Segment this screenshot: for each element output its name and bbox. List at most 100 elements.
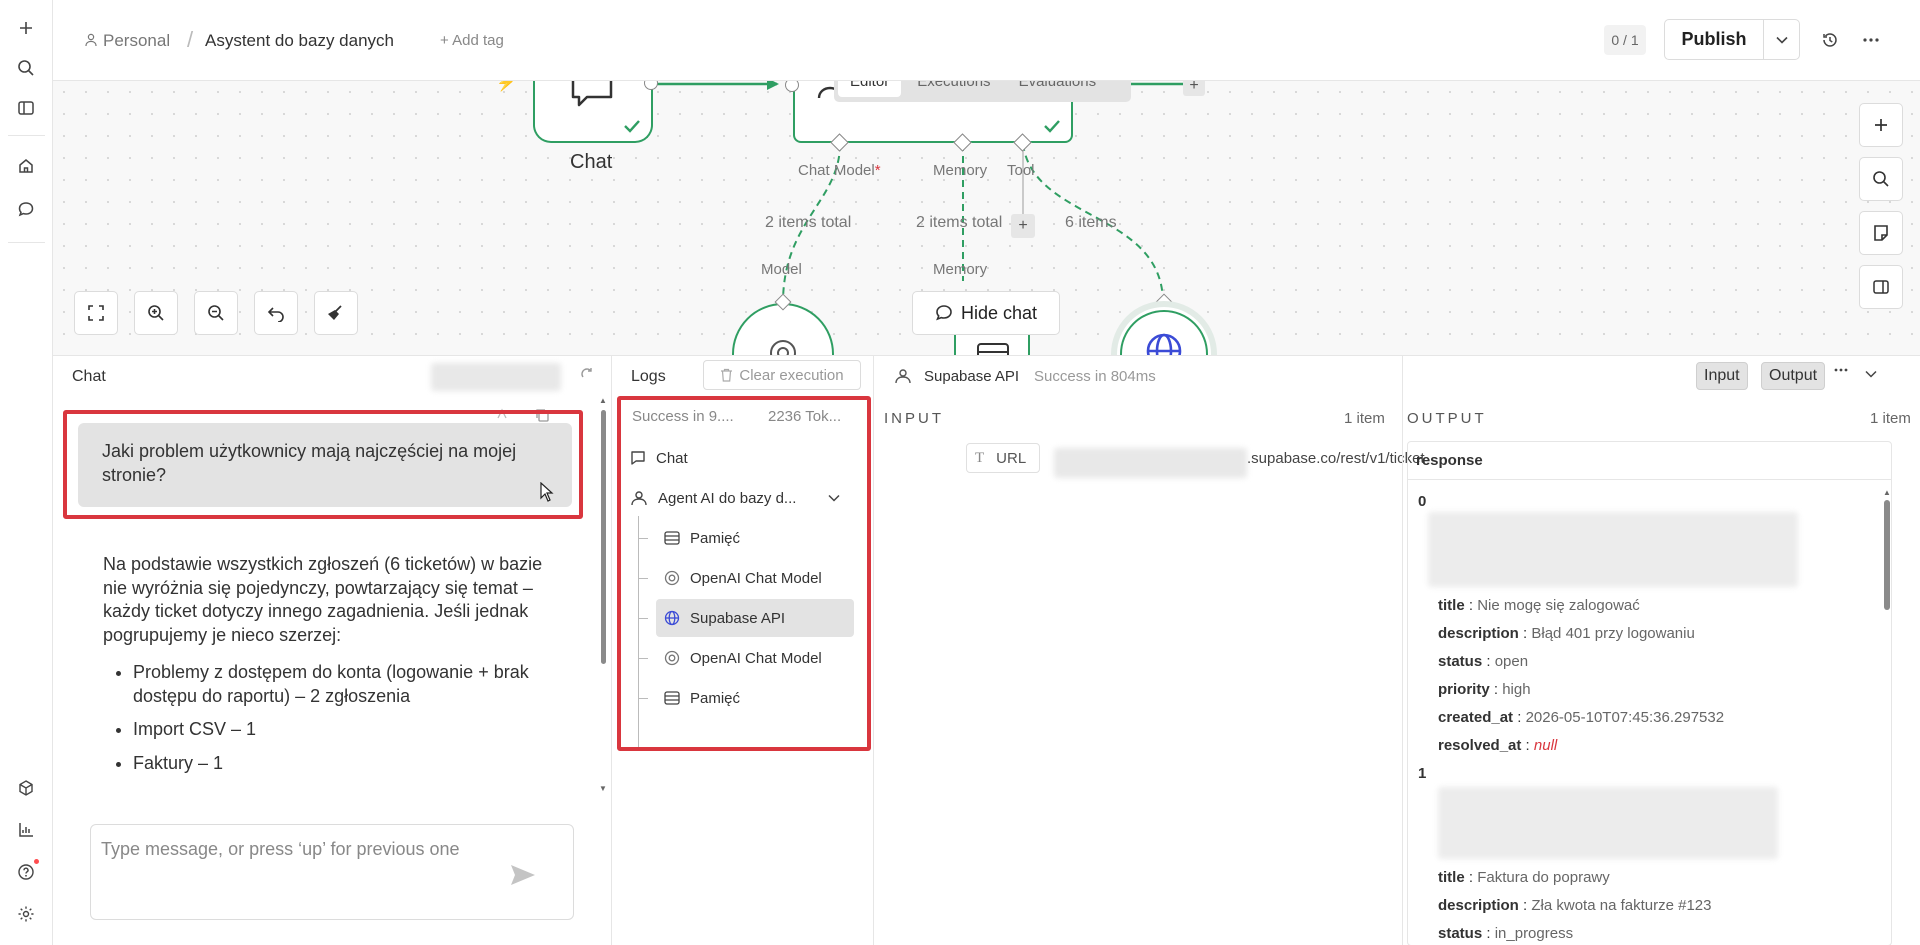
- chat-panel-title: Chat: [72, 368, 106, 385]
- fit-view-button[interactable]: [74, 291, 118, 335]
- list-item: Problemy z dostępem do konta (logowanie …: [133, 661, 563, 708]
- add-tool-button[interactable]: +: [1011, 214, 1035, 238]
- record-0-created-at: created_at : 2026-05-10T07:45:36.297532: [1438, 709, 1725, 726]
- output-toggle-button[interactable]: Output: [1761, 362, 1826, 390]
- chat-node-label: Chat: [570, 151, 613, 173]
- zoom-out-icon: [208, 305, 224, 321]
- record-0-status: status : open: [1438, 653, 1529, 670]
- undo-button[interactable]: [254, 291, 298, 335]
- chat-scrollbar[interactable]: ▲ ▼: [599, 396, 607, 793]
- record-1-description: description : Zła kwota na fakturze #123: [1438, 897, 1712, 914]
- fullscreen-icon: [88, 305, 104, 321]
- chat-bubble-icon: [936, 305, 952, 321]
- notification-dot: [34, 859, 39, 864]
- search-icon: [1873, 171, 1889, 187]
- add-node-button[interactable]: [1859, 103, 1903, 147]
- search-icon[interactable]: [12, 54, 40, 82]
- search-nodes-button[interactable]: [1859, 157, 1903, 201]
- logs-panel-title: Logs: [631, 368, 666, 385]
- record-1-title: title : Faktura do poprawy: [1438, 869, 1610, 886]
- bottom-area: Chat Jaki problem użytkownicy mają najcz…: [53, 355, 1920, 945]
- node-detail-panel: Supabase API Success in 804ms Input Outp…: [874, 356, 1920, 945]
- help-icon[interactable]: [12, 858, 40, 886]
- breadcrumb-project[interactable]: Personal: [103, 31, 170, 51]
- version-counter: 0 / 1: [1604, 25, 1646, 55]
- database-icon: [977, 343, 1009, 355]
- top-header: Personal / Asystent do bazy danych + Add…: [53, 0, 1920, 81]
- bot-message-list: Problemy z dostępem do konta (logowanie …: [103, 661, 563, 775]
- send-button[interactable]: [507, 859, 539, 891]
- clear-execution-label: Clear execution: [739, 366, 844, 384]
- memory-port-label: Memory: [933, 162, 988, 179]
- sidebar-toggle-icon[interactable]: [12, 94, 40, 122]
- clear-execution-button[interactable]: Clear execution: [703, 360, 861, 390]
- hide-chat-button[interactable]: Hide chat: [912, 291, 1060, 335]
- plus-icon[interactable]: [12, 14, 40, 42]
- add-next-node-button[interactable]: +: [1183, 81, 1205, 96]
- sticky-note-button[interactable]: [1859, 211, 1903, 255]
- refresh-session-icon[interactable]: [580, 367, 594, 381]
- workflow-name[interactable]: Asystent do bazy danych: [205, 31, 394, 51]
- record-0-title: title : Nie mogę się zalogować: [1438, 597, 1640, 614]
- tab-editor[interactable]: Editor: [838, 81, 902, 97]
- send-icon: [511, 865, 535, 885]
- output-scrollbar[interactable]: [1884, 500, 1890, 610]
- chat-node-icon: [571, 81, 613, 107]
- chat-trigger-node[interactable]: [533, 81, 653, 143]
- zoom-out-button[interactable]: [194, 291, 238, 335]
- chat-message-input[interactable]: [101, 839, 501, 899]
- list-item: Faktury – 1: [133, 752, 563, 776]
- output-root-key: response: [1408, 442, 1891, 480]
- output-json-view[interactable]: response 0 title : Nie mogę się zalogowa…: [1407, 441, 1892, 945]
- record-index: 0: [1418, 493, 1427, 510]
- text-type-icon: T: [975, 449, 985, 466]
- insights-chart-icon[interactable]: [12, 816, 40, 844]
- toggle-panel-button[interactable]: [1859, 265, 1903, 309]
- agent-icon: [895, 369, 911, 384]
- tidy-up-button[interactable]: [314, 291, 358, 335]
- plus-icon: [1875, 119, 1887, 131]
- trash-icon: [721, 368, 733, 382]
- home-icon[interactable]: [12, 152, 40, 180]
- publish-dropdown-button[interactable]: [1763, 19, 1800, 60]
- side-panel-icon: [1873, 280, 1889, 294]
- left-rail: [0, 0, 53, 945]
- breadcrumb-separator: /: [187, 27, 194, 52]
- record-redacted-block: [1428, 512, 1798, 587]
- zoom-in-button[interactable]: [134, 291, 178, 335]
- trigger-bolt-icon: ⚡: [496, 81, 516, 92]
- memory-items-count: 2 items total: [916, 214, 1003, 231]
- templates-icon[interactable]: [12, 774, 40, 802]
- more-options-icon[interactable]: [1834, 368, 1848, 372]
- input-section-label: INPUT: [884, 410, 944, 427]
- url-redacted: [1054, 448, 1247, 478]
- record-1-status: status : in_progress: [1438, 925, 1574, 942]
- history-icon[interactable]: [1817, 27, 1843, 53]
- detail-status: Success in 804ms: [1034, 368, 1156, 385]
- url-field-name: URL: [996, 449, 1027, 467]
- hide-chat-label: Hide chat: [960, 302, 1038, 323]
- model-input-label: Model: [761, 261, 802, 278]
- publish-button[interactable]: Publish: [1664, 19, 1764, 60]
- record-0-resolved-at: resolved_at : null: [1438, 737, 1558, 754]
- workflow-canvas[interactable]: ⚡ Chat + Editor Executions Evaluations C…: [53, 81, 1920, 355]
- url-suffix: .supabase.co/rest/v1/ticket: [1247, 450, 1425, 467]
- globe-icon: [1146, 333, 1182, 355]
- more-options-icon[interactable]: [1858, 27, 1884, 53]
- chat-bubble-icon[interactable]: [12, 195, 40, 223]
- bot-message-intro: Na podstawie wszystkich zgłoszeń (6 tick…: [103, 554, 543, 645]
- tab-evaluations[interactable]: Evaluations: [1007, 81, 1109, 97]
- chat-panel: Chat Jaki problem użytkownicy mają najcz…: [53, 356, 612, 945]
- session-id-redacted: [431, 363, 561, 391]
- tab-executions[interactable]: Executions: [905, 81, 1002, 97]
- input-toggle-button[interactable]: Input: [1696, 362, 1748, 390]
- zoom-in-icon: [148, 305, 164, 321]
- user-icon: [85, 33, 97, 47]
- openai-icon: [770, 340, 796, 355]
- success-check-icon: [624, 120, 640, 133]
- record-0-description: description : Błąd 401 przy logowaniu: [1438, 625, 1695, 642]
- collapse-panel-icon[interactable]: [1865, 370, 1877, 378]
- settings-gear-icon[interactable]: [12, 900, 40, 928]
- highlight-user-message: [63, 410, 583, 519]
- add-tag-button[interactable]: + Add tag: [440, 32, 504, 49]
